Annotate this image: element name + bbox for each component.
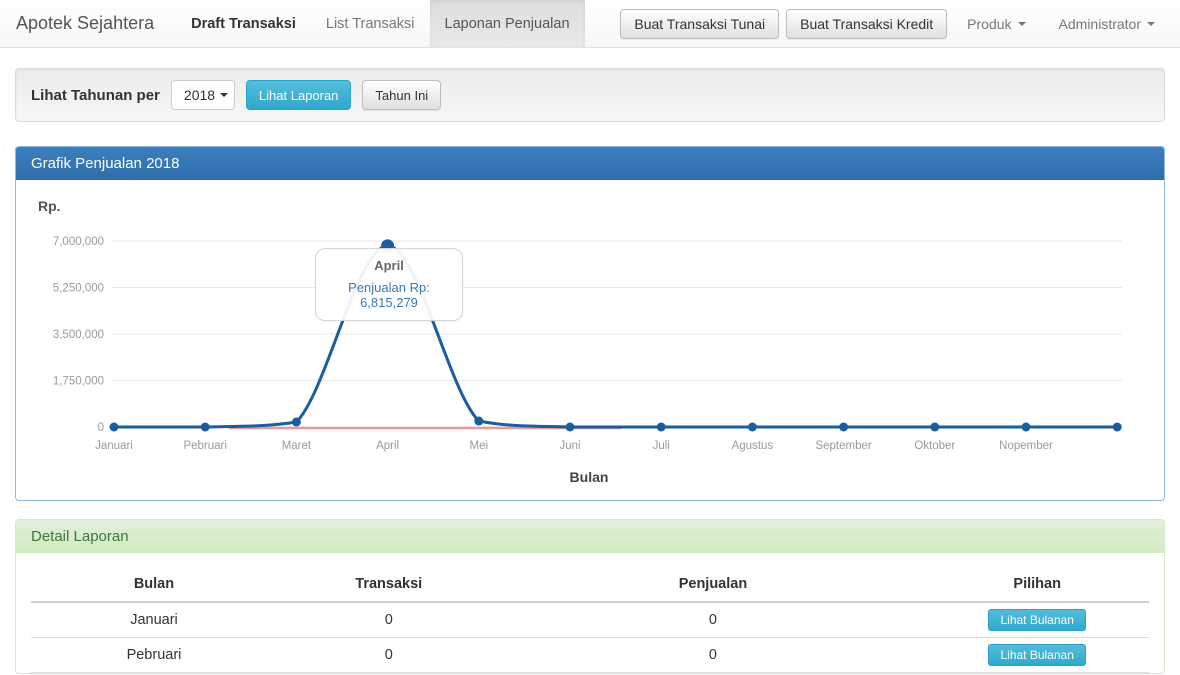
series-penjualan-line	[114, 246, 1117, 427]
y-tick-label: 0	[98, 422, 104, 434]
data-point[interactable]	[566, 423, 575, 432]
monthly-report-table: Bulan Transaksi Penjualan Pilihan Januar…	[31, 566, 1149, 673]
col-header-pilihan: Pilihan	[925, 566, 1149, 602]
x-tick-label: Oktober	[914, 440, 955, 452]
nav-item-laporan-penjualan[interactable]: Laponan Penjualan	[430, 0, 585, 47]
x-tick-label: Januari	[95, 440, 133, 452]
lihat-bulanan-button[interactable]: Lihat Bulanan	[988, 609, 1085, 631]
year-select[interactable]: 2018	[171, 80, 235, 110]
col-header-bulan: Bulan	[31, 566, 277, 602]
buat-transaksi-kredit-button[interactable]: Buat Transaksi Kredit	[786, 9, 947, 39]
data-point[interactable]	[1113, 423, 1122, 432]
y-tick-label: 7,000,000	[53, 236, 104, 248]
data-point[interactable]	[201, 423, 210, 432]
data-point[interactable]	[839, 423, 848, 432]
x-tick-label: Nopember	[999, 440, 1053, 452]
caret-down-icon	[1147, 22, 1155, 26]
data-point[interactable]	[474, 417, 483, 426]
page-content: Lihat Tahunan per 2018 Lihat Laporan Tah…	[0, 48, 1180, 674]
chart-y-ticks: 0 1,750,000 3,500,000 5,250,000 7,000,000	[53, 236, 104, 434]
tahun-ini-button[interactable]: Tahun Ini	[362, 80, 441, 110]
detail-panel-title: Detail Laporan	[16, 520, 1164, 553]
sales-chart: Rp. 0 1,750,000 3,500,000 5,250,000 7,000,00…	[16, 185, 1150, 500]
cell-bulan: Pebruari	[31, 638, 277, 673]
filter-label: Lihat Tahunan per	[31, 87, 160, 104]
cell-penjualan: 0	[501, 602, 926, 638]
y-axis-unit-label: Rp.	[38, 198, 61, 214]
data-point[interactable]	[748, 423, 757, 432]
grafik-penjualan-panel: Grafik Penjualan 2018 Rp. 0 1,750,000 3,50…	[15, 146, 1165, 501]
year-filter-bar: Lihat Tahunan per 2018 Lihat Laporan Tah…	[15, 68, 1165, 122]
nav-links: Draft Transaksi List Transaksi Laponan P…	[176, 0, 584, 47]
lihat-bulanan-button[interactable]: Lihat Bulanan	[988, 644, 1085, 666]
cell-transaksi: 0	[277, 602, 501, 638]
tooltip-value: Penjualan Rp: 6,815,279	[322, 280, 456, 310]
cell-pilihan: Lihat Bulanan	[925, 638, 1149, 673]
chart-panel-title: Grafik Penjualan 2018	[16, 147, 1164, 180]
y-tick-label: 3,500,000	[53, 329, 104, 341]
caret-down-icon	[1018, 22, 1026, 26]
table-row: Januari 0 0 Lihat Bulanan	[31, 602, 1149, 638]
data-point[interactable]	[292, 417, 301, 426]
nav-item-draft-transaksi[interactable]: Draft Transaksi	[176, 0, 311, 47]
cell-transaksi: 0	[277, 638, 501, 673]
chart-tooltip: April Penjualan Rp: 6,815,279	[315, 248, 463, 321]
cell-penjualan: 0	[501, 638, 926, 673]
col-header-transaksi: Transaksi	[277, 566, 501, 602]
y-tick-label: 1,750,000	[53, 376, 104, 388]
administrator-dropdown-label: Administrator	[1059, 16, 1141, 32]
x-tick-label: Agustus	[732, 440, 774, 452]
data-point[interactable]	[657, 423, 666, 432]
x-tick-label: September	[815, 440, 871, 452]
x-tick-label: Juli	[653, 440, 670, 452]
x-tick-label: Mei	[470, 440, 489, 452]
nav-item-list-transaksi[interactable]: List Transaksi	[311, 0, 430, 47]
produk-dropdown[interactable]: Produk	[954, 16, 1038, 32]
buat-transaksi-tunai-button[interactable]: Buat Transaksi Tunai	[620, 9, 779, 39]
x-tick-label: Juni	[559, 440, 580, 452]
table-header-row: Bulan Transaksi Penjualan Pilihan	[31, 566, 1149, 602]
col-header-penjualan: Penjualan	[501, 566, 926, 602]
data-point[interactable]	[930, 423, 939, 432]
tooltip-title: April	[322, 258, 456, 273]
chart-x-ticks: Januari Pebruari Maret April Mei Juni Juli Agus…	[95, 440, 1053, 452]
x-tick-label: Maret	[282, 440, 312, 452]
produk-dropdown-label: Produk	[967, 16, 1011, 32]
chart-area: Rp. 0 1,750,000 3,500,000 5,250,000 7,000,00…	[16, 180, 1164, 500]
chart-series	[110, 239, 1122, 431]
brand[interactable]: Apotek Sejahtera	[16, 13, 154, 34]
chart-gridlines	[111, 241, 1122, 427]
x-tick-label: Pebruari	[183, 440, 226, 452]
cell-pilihan: Lihat Bulanan	[925, 602, 1149, 638]
lihat-laporan-button[interactable]: Lihat Laporan	[246, 80, 352, 110]
navbar-right: Buat Transaksi Tunai Buat Transaksi Kred…	[620, 0, 1168, 47]
cell-bulan: Januari	[31, 602, 277, 638]
data-point[interactable]	[1022, 423, 1031, 432]
detail-laporan-panel: Detail Laporan Bulan Transaksi Penjualan…	[15, 519, 1165, 674]
x-axis-title: Bulan	[570, 469, 609, 485]
administrator-dropdown[interactable]: Administrator	[1046, 16, 1168, 32]
y-tick-label: 5,250,000	[53, 283, 104, 295]
year-select-wrap: 2018	[171, 80, 235, 110]
table-row: Pebruari 0 0 Lihat Bulanan	[31, 638, 1149, 673]
detail-panel-body: Bulan Transaksi Penjualan Pilihan Januar…	[16, 553, 1164, 673]
x-tick-label: April	[376, 440, 399, 452]
navbar: Apotek Sejahtera Draft Transaksi List Tr…	[0, 0, 1180, 48]
data-point[interactable]	[110, 423, 119, 432]
